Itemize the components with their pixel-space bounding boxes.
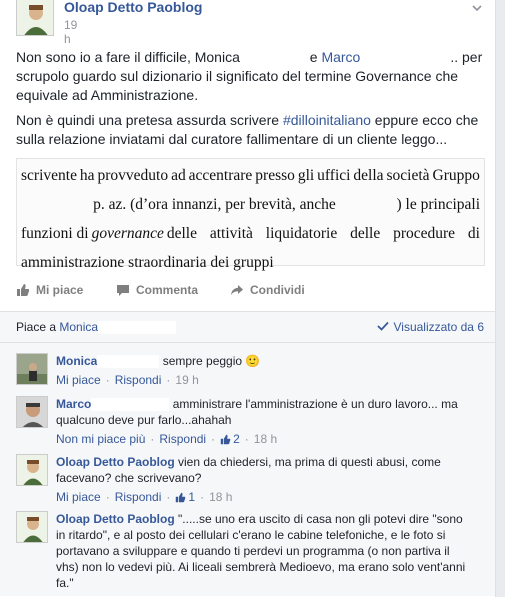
comment-label: Commenta xyxy=(136,283,199,297)
scan-word: scrivente xyxy=(21,167,77,184)
commenter-avatar[interactable] xyxy=(16,353,48,385)
scan-line-1: scrivente ha provveduto ad accentrare pr… xyxy=(21,161,480,190)
comment-like-link[interactable]: Mi piace xyxy=(56,372,101,388)
commenter-name[interactable]: Monica xyxy=(56,354,97,368)
commenter-avatar[interactable] xyxy=(16,396,48,428)
comment-likes-count[interactable]: 2 xyxy=(220,431,240,447)
comment-reply-link[interactable]: Rispondi xyxy=(115,372,162,388)
post-actions: Mi piace Commenta Condividi xyxy=(16,283,486,307)
scan-text: p. az. (d’ora innanzi, per brevità, anch… xyxy=(93,196,336,213)
like-label: Mi piace xyxy=(36,283,84,297)
scan-word: Gruppo xyxy=(432,167,480,184)
post-author[interactable]: Oloap Detto Paoblog xyxy=(64,0,202,15)
redacted-name xyxy=(360,52,451,65)
scan-text: funzioni di xyxy=(21,225,89,242)
comment-timestamp[interactable]: 19 h xyxy=(175,372,198,388)
comment-body: Marco amministrare l'amministrazione è u… xyxy=(56,396,466,447)
redacted-name xyxy=(239,52,306,65)
share-label: Condividi xyxy=(250,283,305,297)
comment-timestamp[interactable]: 18 h xyxy=(254,431,277,447)
commenter-avatar[interactable] xyxy=(16,511,48,543)
share-button[interactable]: Condividi xyxy=(230,283,305,297)
likes-prefix: Piace a xyxy=(16,320,57,334)
scan-word: ad xyxy=(171,167,186,184)
commenter-name[interactable]: Oloap Detto Paoblog xyxy=(56,512,175,526)
scan-word: accentrare xyxy=(188,167,253,184)
author-avatar[interactable] xyxy=(16,0,54,36)
comment-body: Oloap Detto Paoblog vien da chiedersi, m… xyxy=(56,454,466,505)
scan-text: ) le principali xyxy=(396,196,481,213)
redacted-company xyxy=(21,190,93,219)
mention-marco[interactable]: Marco xyxy=(321,49,360,65)
text-segment: Non sono io a fare il difficile, Monica xyxy=(16,49,240,65)
seen-by-label: Visualizzato da 6 xyxy=(393,320,484,334)
comment-button[interactable]: Commenta xyxy=(116,283,198,297)
scan-line-3: funzioni di governance delle attività li… xyxy=(21,219,480,248)
divider xyxy=(0,311,495,312)
post-paragraph-2: Non è quindi una pretesa assurda scriver… xyxy=(16,111,486,149)
scan-word: provveduto xyxy=(97,167,169,184)
scan-word: società xyxy=(386,167,430,184)
scan-word: uffici xyxy=(317,167,351,184)
likes-number: 2 xyxy=(233,432,240,446)
post-text: Non sono io a fare il difficile, Monica … xyxy=(16,48,486,155)
share-arrow-icon xyxy=(230,283,244,297)
scan-line-2: p. az. (d’ora innanzi, per brevità, anch… xyxy=(21,190,480,219)
scan-word: presso xyxy=(255,167,295,184)
scan-text: delle attività liquidatorie delle proced… xyxy=(166,225,480,242)
scanned-document-image[interactable]: scrivente ha provveduto ad accentrare pr… xyxy=(16,158,485,271)
comments-section: Piace a Monica Visualizzato da 6 Monica … xyxy=(0,311,495,596)
commenter-avatar[interactable] xyxy=(16,454,48,486)
chevron-down-icon[interactable] xyxy=(471,2,483,17)
post-card: Oloap Detto Paoblog 19 h Non sono io a f… xyxy=(0,0,496,597)
comment-likes-count[interactable]: 1 xyxy=(175,489,195,505)
comment-body: Monica sempre peggio 🙂 Mi piace · Rispon… xyxy=(56,353,466,388)
scan-word: della xyxy=(353,167,384,184)
scan-word: gli xyxy=(297,167,315,184)
comment-text: sempre peggio 🙂 xyxy=(162,354,261,368)
scan-italic-term: governance xyxy=(91,225,164,242)
liker-link[interactable]: Monica xyxy=(59,320,98,334)
comment-body: Oloap Detto Paoblog ".....se uno era usc… xyxy=(56,511,466,591)
scan-line-4: amministrazione straordinaria dei gruppi xyxy=(21,248,480,277)
commenter-name[interactable]: Oloap Detto Paoblog xyxy=(56,455,175,469)
comment-meta: Mi piace · Rispondi · 1 · 18 h xyxy=(56,489,233,505)
comment-meta: Mi piace · Rispondi · 19 h xyxy=(56,372,199,388)
redacted-name xyxy=(97,355,160,369)
commenter-name[interactable]: Marco xyxy=(56,397,91,411)
likes-summary: Piace a Monica xyxy=(16,320,177,335)
hashtag-link[interactable]: #dilloinitaliano xyxy=(283,112,371,128)
checkmark-icon xyxy=(377,320,390,334)
divider xyxy=(0,342,495,343)
scan-word: ha xyxy=(79,167,95,184)
comment-unlike-link[interactable]: Non mi piace più xyxy=(56,431,145,447)
likes-number: 1 xyxy=(188,490,196,504)
redacted-name xyxy=(91,398,170,412)
thumbs-up-icon xyxy=(220,434,231,444)
thumbs-up-icon xyxy=(16,283,30,297)
post-timestamp[interactable]: 19 h xyxy=(64,18,77,46)
text-segment: e xyxy=(309,49,318,65)
like-button[interactable]: Mi piace xyxy=(16,283,83,297)
comment-timestamp[interactable]: 18 h xyxy=(209,489,232,505)
scan-text: amministrazione straordinaria dei gruppi xyxy=(21,254,274,271)
text-segment: Non è quindi una pretesa assurda scriver… xyxy=(16,112,280,128)
thumbs-up-icon xyxy=(176,492,186,502)
post-paragraph-1: Non sono io a fare il difficile, Monica … xyxy=(16,48,486,105)
redacted-company xyxy=(336,190,397,219)
comment-meta: Non mi piace più · Rispondi · 2 · 18 h xyxy=(56,431,278,447)
redacted-name xyxy=(98,321,177,335)
comment-like-link[interactable]: Mi piace xyxy=(56,489,101,505)
comment-icon xyxy=(116,283,130,297)
comment-reply-link[interactable]: Rispondi xyxy=(159,431,206,447)
comment-reply-link[interactable]: Rispondi xyxy=(115,489,162,505)
seen-by[interactable]: Visualizzato da 6 xyxy=(377,320,484,334)
